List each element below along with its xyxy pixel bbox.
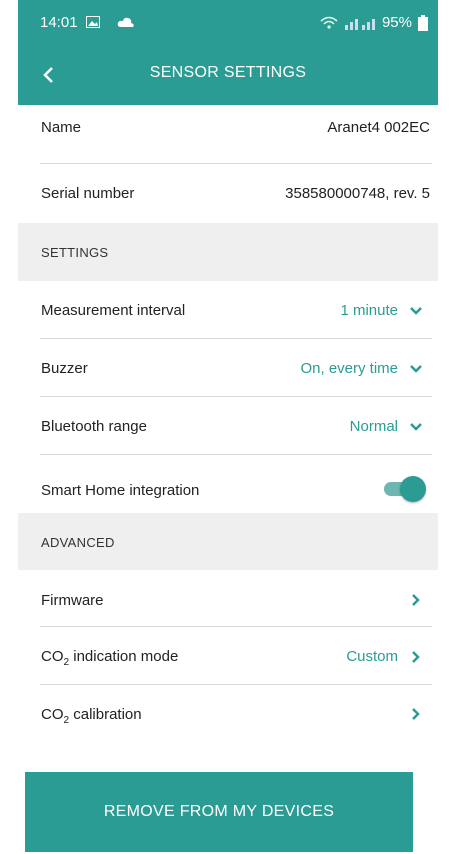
smart-home-toggle[interactable]: [382, 476, 426, 502]
co2-indication-value[interactable]: Custom: [346, 648, 398, 665]
chevron-down-icon[interactable]: [408, 361, 424, 377]
bluetooth-range-row[interactable]: Bluetooth range Normal: [18, 397, 438, 454]
wifi-icon: [320, 16, 338, 29]
buzzer-row[interactable]: Buzzer On, every time: [18, 339, 438, 396]
signal-icon: [344, 18, 375, 30]
notification-icons: [86, 14, 135, 28]
status-bar: 14:01 95%: [18, 0, 438, 46]
serial-label: Serial number: [41, 185, 135, 202]
co2-calibration-label: CO2 calibration: [41, 706, 142, 726]
name-value: Aranet4 002EC: [327, 119, 430, 136]
name-label: Name: [41, 119, 82, 136]
name-row: Name Aranet4 002EC: [18, 105, 438, 163]
buzzer-value[interactable]: On, every time: [300, 360, 398, 377]
measurement-interval-row[interactable]: Measurement interval 1 minute: [18, 281, 438, 338]
remove-from-devices-button[interactable]: REMOVE FROM MY DEVICES: [25, 772, 413, 852]
chevron-right-icon[interactable]: [408, 592, 424, 608]
battery-percent: 95%: [381, 14, 412, 31]
co2-indication-row[interactable]: CO2 indication mode Custom: [18, 627, 438, 684]
co2-calibration-row[interactable]: CO2 calibration: [18, 685, 438, 742]
bluetooth-range-label: Bluetooth range: [41, 418, 147, 435]
co2-indication-label: CO2 indication mode: [41, 648, 179, 668]
status-time: 14:01: [40, 14, 78, 31]
cloud-icon: [118, 17, 135, 27]
serial-row: Serial number 358580000748, rev. 5: [18, 164, 438, 222]
chevron-right-icon[interactable]: [408, 706, 424, 722]
measurement-interval-value[interactable]: 1 minute: [340, 302, 398, 319]
smart-home-row: Smart Home integration: [18, 455, 438, 512]
toggle-thumb: [400, 476, 426, 502]
firmware-row[interactable]: Firmware: [18, 570, 438, 626]
measurement-interval-label: Measurement interval: [41, 302, 186, 319]
chevron-down-icon[interactable]: [408, 419, 424, 435]
settings-section-header: SETTINGS: [18, 223, 438, 281]
settings-header: SETTINGS: [41, 245, 109, 260]
app-frame: 14:01 95% SENSOR SETTINGS Name Aranet4 0…: [18, 0, 438, 854]
chevron-down-icon[interactable]: [408, 303, 424, 319]
bluetooth-range-value[interactable]: Normal: [350, 418, 398, 435]
app-bar: SENSOR SETTINGS: [18, 46, 438, 105]
firmware-label: Firmware: [41, 592, 104, 609]
advanced-section-header: ADVANCED: [18, 513, 438, 570]
smart-home-label: Smart Home integration: [41, 482, 200, 499]
battery-icon: [418, 14, 428, 31]
buzzer-label: Buzzer: [41, 360, 88, 377]
status-right: 95%: [320, 14, 428, 31]
chevron-right-icon[interactable]: [408, 649, 424, 665]
advanced-header: ADVANCED: [41, 535, 115, 550]
serial-value: 358580000748, rev. 5: [285, 185, 430, 202]
page-title: SENSOR SETTINGS: [149, 64, 307, 81]
image-icon: [86, 15, 100, 28]
